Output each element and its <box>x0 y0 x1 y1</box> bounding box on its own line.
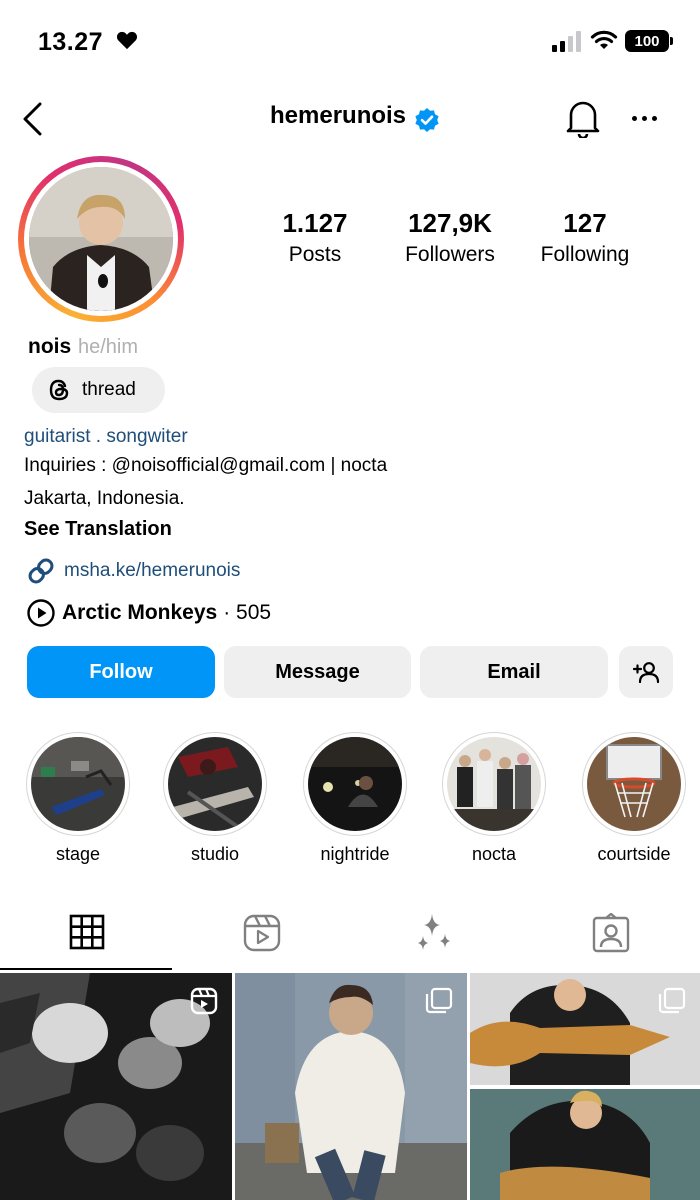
threads-label: thread <box>82 379 136 400</box>
see-translation-link[interactable]: See Translation <box>24 518 172 541</box>
profile-link-text: msha.ke/hemerunois <box>64 560 241 581</box>
highlight-studio[interactable]: studio <box>162 732 268 865</box>
cellular-signal-icon <box>552 30 581 52</box>
stat-followers-label: Followers <box>405 243 495 266</box>
tagged-icon[interactable] <box>592 913 630 953</box>
reel-badge-icon <box>190 987 218 1015</box>
post-thumbnail[interactable] <box>470 973 700 1200</box>
display-name: nois <box>28 335 72 358</box>
highlight-label: courtside <box>597 844 671 864</box>
highlight-label: nocta <box>471 844 517 864</box>
link-icon <box>28 558 54 584</box>
post-thumbnail[interactable] <box>0 973 232 1200</box>
battery-tip <box>670 37 673 45</box>
grid-icon[interactable] <box>69 914 105 950</box>
highlight-label: nightride <box>320 844 390 864</box>
back-chevron-icon[interactable] <box>20 102 44 136</box>
bio-line: Inquiries : @noisofficial@gmail.com | no… <box>24 455 388 476</box>
reels-icon[interactable] <box>243 914 281 952</box>
music-artist: Arctic Monkeys <box>62 601 218 624</box>
highlight-courtside[interactable]: courtside <box>581 732 687 865</box>
more-options-icon[interactable] <box>632 116 657 121</box>
suggested-people-button[interactable] <box>619 646 673 698</box>
avatar[interactable] <box>29 167 173 311</box>
highlight-label: studio <box>190 844 240 864</box>
multiple-posts-icon <box>425 987 453 1014</box>
stat-followers[interactable]: 127,9K Followers <box>385 208 515 267</box>
highlight-nocta[interactable]: nocta <box>441 732 547 865</box>
wifi-icon <box>590 30 618 49</box>
sparkles-icon[interactable] <box>414 912 454 954</box>
play-circle-icon <box>27 599 55 627</box>
battery-indicator: 100 <box>625 30 669 52</box>
stat-following[interactable]: 127 Following <box>520 208 650 267</box>
threads-chip[interactable]: thread <box>32 367 165 413</box>
highlight-label: stage <box>55 844 101 864</box>
stat-posts-value: 1.127 <box>282 208 348 238</box>
highlight-stage[interactable]: stage <box>25 732 131 865</box>
profile-link[interactable]: msha.ke/hemerunois <box>26 556 240 586</box>
active-tab-indicator <box>0 968 172 970</box>
post-thumbnail[interactable] <box>235 973 467 1200</box>
stat-posts[interactable]: 1.127 Posts <box>250 208 380 267</box>
multiple-posts-icon <box>658 987 686 1014</box>
stat-following-label: Following <box>540 243 630 266</box>
stat-following-value: 127 <box>563 208 607 238</box>
follow-button[interactable]: Follow <box>27 646 215 698</box>
heart-icon <box>116 31 138 50</box>
threads-icon <box>49 379 69 401</box>
verified-badge-icon <box>415 108 439 132</box>
profile-username: hemerunois <box>270 102 407 129</box>
add-person-icon <box>632 662 660 684</box>
profile-category: guitarist . songwiter <box>24 426 188 447</box>
bio-line: Jakarta, Indonesia. <box>24 488 185 509</box>
status-time: 13.27 <box>38 28 104 56</box>
message-button[interactable]: Message <box>224 646 411 698</box>
highlight-nightride[interactable]: nightride <box>302 732 408 865</box>
music-row[interactable]: Arctic Monkeys · 505 <box>26 598 271 628</box>
stat-posts-label: Posts <box>288 243 342 266</box>
email-button[interactable]: Email <box>420 646 608 698</box>
notification-bell-icon[interactable] <box>564 98 602 138</box>
music-count: · 505 <box>223 601 272 624</box>
stat-followers-value: 127,9K <box>408 208 492 238</box>
pronouns: he/him <box>78 336 139 358</box>
